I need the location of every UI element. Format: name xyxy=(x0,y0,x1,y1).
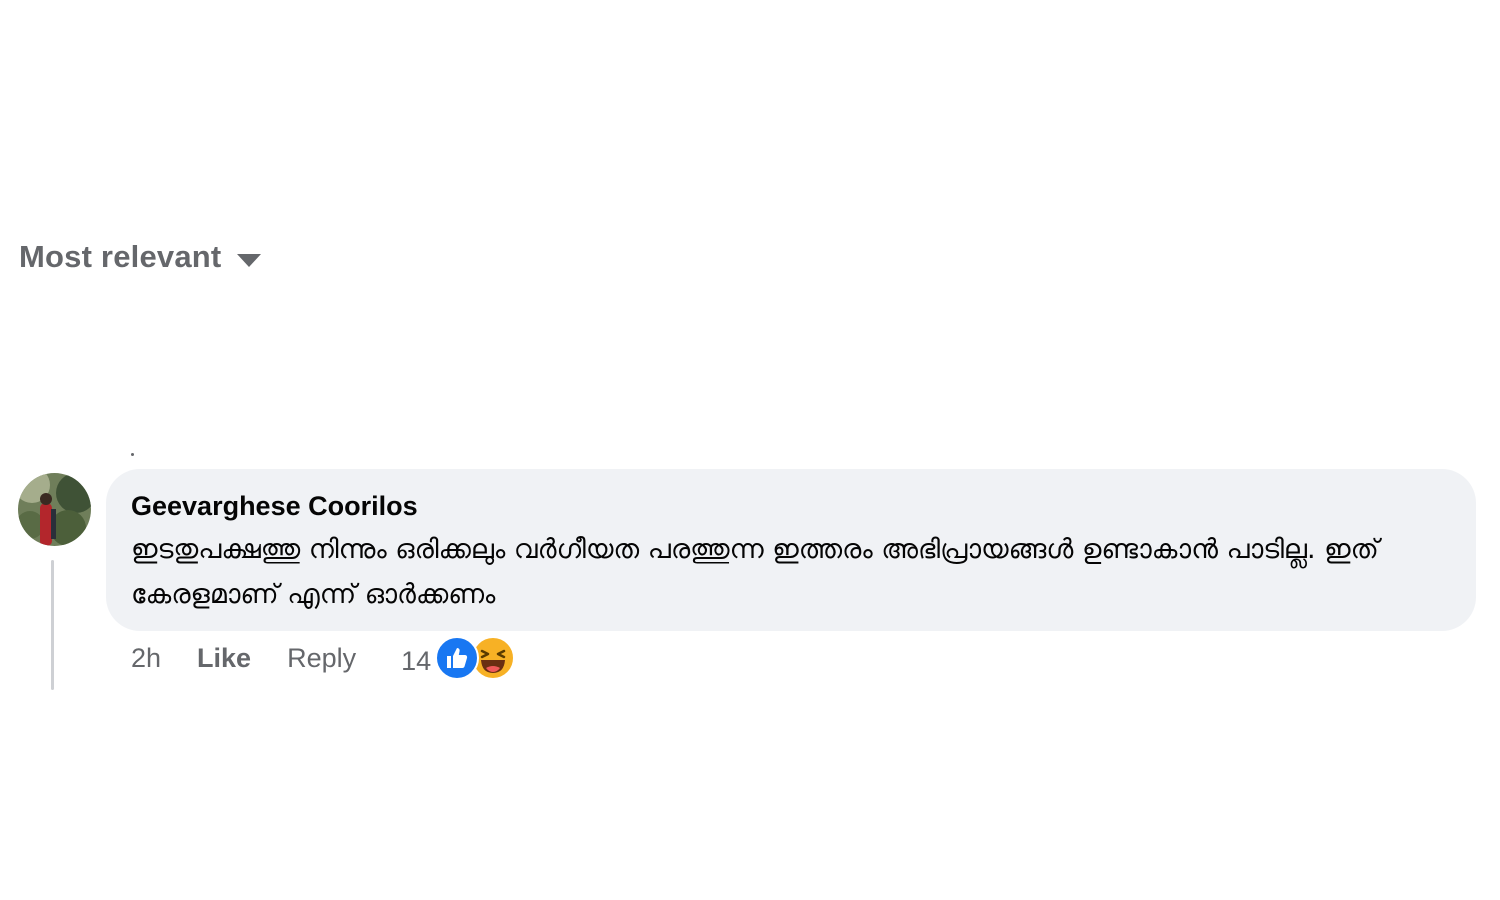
divider-dot xyxy=(131,453,134,456)
avatar[interactable] xyxy=(18,473,91,546)
thread-line xyxy=(51,560,54,690)
like-button[interactable]: Like xyxy=(197,643,251,674)
comment-text: ഇടതുപക്ഷത്തു നിന്നും ഒരിക്കലും വർഗീയത പര… xyxy=(131,534,1379,610)
reply-button[interactable]: Reply xyxy=(287,643,356,674)
author-name[interactable]: Geevarghese Coorilos xyxy=(131,487,418,525)
avatar-photo-icon xyxy=(18,473,91,546)
comment-bubble: Geevarghese Coorilos ഇടതുപക്ഷത്തു നിന്നു… xyxy=(106,469,1476,631)
sort-dropdown[interactable]: Most relevant xyxy=(19,236,262,278)
reaction-summary[interactable]: 14 xyxy=(401,636,516,680)
caret-down-icon xyxy=(237,253,262,267)
comment-timestamp[interactable]: 2h xyxy=(131,643,161,674)
sort-label: Most relevant xyxy=(19,239,222,274)
comment-actions: 2h Like Reply 14 xyxy=(131,636,516,680)
like-reaction-icon xyxy=(435,636,480,680)
reaction-count: 14 xyxy=(401,645,432,676)
